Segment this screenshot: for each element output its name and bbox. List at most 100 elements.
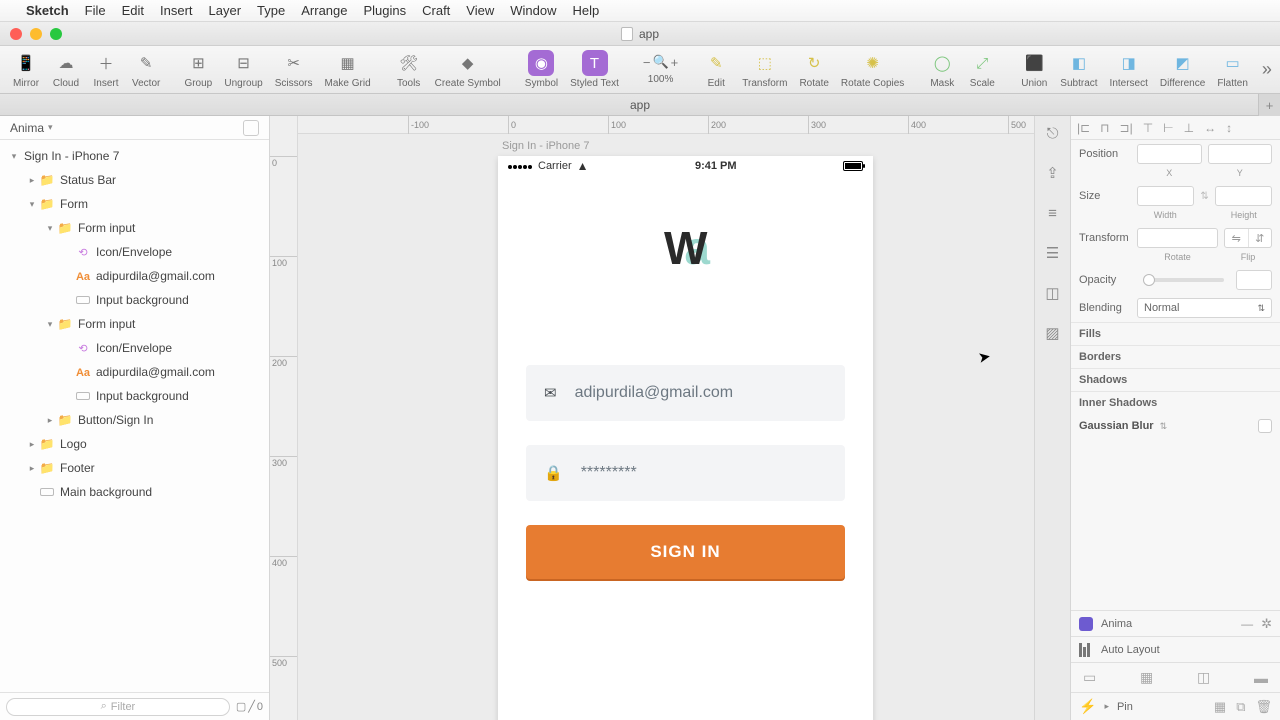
- page-selector[interactable]: Anima ▾: [0, 116, 269, 140]
- canvas[interactable]: -1000100200300400500 Sign In - iPhone 7 …: [298, 116, 1034, 720]
- zoom-out-icon[interactable]: −: [643, 55, 651, 70]
- menu-window[interactable]: Window: [510, 3, 556, 18]
- flip-v-icon[interactable]: ⇵: [1249, 229, 1272, 247]
- section-shadows[interactable]: Shadows: [1071, 368, 1280, 391]
- disclosure-icon[interactable]: ▸: [1104, 701, 1109, 712]
- strip-text-icon[interactable]: ☰: [1042, 242, 1064, 264]
- strip-mask-icon[interactable]: ◫: [1042, 282, 1064, 304]
- tool-mask[interactable]: ◯Mask: [922, 50, 962, 89]
- strip-distribute-icon[interactable]: ≡: [1042, 202, 1064, 224]
- distribute-h-icon[interactable]: ↔: [1204, 121, 1216, 135]
- tab-app[interactable]: app: [630, 94, 650, 116]
- collapse-icon[interactable]: —: [1241, 617, 1253, 631]
- opacity-slider[interactable]: [1143, 278, 1224, 282]
- layer-row[interactable]: Aaadipurdila@gmail.com: [0, 360, 269, 384]
- menu-file[interactable]: File: [85, 3, 106, 18]
- panel-auto-layout[interactable]: Auto Layout: [1071, 636, 1280, 662]
- strip-upload-icon[interactable]: ⇪: [1042, 162, 1064, 184]
- strip-align-icon[interactable]: ⎋: [1042, 122, 1064, 144]
- password-input[interactable]: 🔒 *********: [526, 445, 845, 501]
- layer-row[interactable]: Main background: [0, 480, 269, 504]
- gear-icon[interactable]: ✲: [1261, 616, 1272, 632]
- layer-row[interactable]: Input background: [0, 288, 269, 312]
- tool-create-symbol[interactable]: ◆Create Symbol: [429, 50, 507, 89]
- layer-row[interactable]: ▾📁Form input: [0, 312, 269, 336]
- layer-row[interactable]: ▸📁Logo: [0, 432, 269, 456]
- artboard[interactable]: Carrier ▲ 9:41 PM Wa ✉ adipurdila@gmail.…: [498, 156, 873, 720]
- flip-control[interactable]: ⇋⇵: [1224, 228, 1272, 248]
- align-top-icon[interactable]: ⊤: [1143, 121, 1153, 135]
- disclosure-icon[interactable]: ▾: [8, 151, 20, 162]
- align-right-icon[interactable]: ⊐|: [1120, 121, 1133, 135]
- menu-edit[interactable]: Edit: [122, 3, 144, 18]
- menu-layer[interactable]: Layer: [209, 3, 242, 18]
- tool-mirror[interactable]: 📱Mirror: [6, 50, 46, 89]
- artboard-row[interactable]: ▾ Sign In - iPhone 7: [0, 144, 269, 168]
- align-bottom-icon[interactable]: ⊥: [1184, 121, 1194, 135]
- panel-pin[interactable]: ⚡ ▸ Pin ▦ ⧉ 🗑: [1071, 692, 1280, 720]
- tool-subtract[interactable]: ◧Subtract: [1054, 50, 1103, 89]
- disclosure-icon[interactable]: ▾: [26, 199, 38, 210]
- pin-copy-icon[interactable]: ⧉: [1236, 699, 1245, 715]
- tool-insert[interactable]: ＋Insert: [86, 50, 126, 89]
- rotate-input[interactable]: [1137, 228, 1218, 248]
- lock-aspect-icon[interactable]: ⇅: [1200, 191, 1208, 202]
- zoom-control[interactable]: − 🔍 + 100%: [637, 54, 684, 85]
- tool-styled-text[interactable]: TStyled Text: [564, 50, 625, 89]
- tool-edit[interactable]: ✎Edit: [696, 50, 736, 89]
- layer-row[interactable]: ⟲Icon/Envelope: [0, 336, 269, 360]
- tool-group[interactable]: ⊞Group: [178, 50, 218, 89]
- blur-checkbox[interactable]: [1258, 419, 1272, 433]
- panel-anima[interactable]: Anima — ✲: [1071, 610, 1280, 636]
- section-inner-shadows[interactable]: Inner Shadows: [1071, 391, 1280, 414]
- tool-intersect[interactable]: ◨Intersect: [1104, 50, 1154, 89]
- position-y-input[interactable]: [1208, 144, 1273, 164]
- tool-tools[interactable]: 🛠Tools: [389, 50, 429, 89]
- disclosure-icon[interactable]: ▸: [44, 415, 56, 426]
- tool-vector[interactable]: ✎Vector: [126, 50, 166, 89]
- tool-symbol[interactable]: ◉Symbol: [519, 50, 564, 89]
- menu-view[interactable]: View: [466, 3, 494, 18]
- tool-flatten[interactable]: ▭Flatten: [1211, 50, 1254, 89]
- menu-sketch[interactable]: Sketch: [26, 3, 69, 18]
- pin-grid-icon[interactable]: ▦: [1214, 699, 1226, 715]
- zoom-window-button[interactable]: [50, 28, 62, 40]
- tool-rotate-copies[interactable]: ✺Rotate Copies: [835, 50, 910, 89]
- chevron-updown-icon[interactable]: ⇅: [1160, 421, 1168, 432]
- disclosure-icon[interactable]: ▸: [26, 463, 38, 474]
- disclosure-icon[interactable]: ▸: [26, 175, 38, 186]
- pin-trash-icon[interactable]: 🗑: [1255, 699, 1272, 715]
- minimize-window-button[interactable]: [30, 28, 42, 40]
- flip-h-icon[interactable]: ⇋: [1225, 229, 1249, 247]
- tool-make-grid[interactable]: ▦Make Grid: [319, 50, 377, 89]
- page-settings-icon[interactable]: [243, 120, 259, 136]
- height-input[interactable]: [1215, 186, 1272, 206]
- distribute-v-icon[interactable]: ↕: [1226, 121, 1232, 135]
- menu-insert[interactable]: Insert: [160, 3, 193, 18]
- toolbar-overflow-icon[interactable]: »: [1254, 59, 1280, 80]
- tool-difference[interactable]: ◩Difference: [1154, 50, 1211, 89]
- section-borders[interactable]: Borders: [1071, 345, 1280, 368]
- tool-scale[interactable]: ⤢Scale: [962, 50, 1002, 89]
- disclosure-icon[interactable]: ▾: [44, 319, 56, 330]
- menu-craft[interactable]: Craft: [422, 3, 450, 18]
- position-x-input[interactable]: [1137, 144, 1202, 164]
- tool-rotate[interactable]: ↻Rotate: [793, 50, 834, 89]
- blending-select[interactable]: Normal ⇅: [1137, 298, 1272, 318]
- layout-rows-icon[interactable]: ▬: [1254, 670, 1268, 686]
- strip-image-icon[interactable]: ▨: [1042, 322, 1064, 344]
- menu-help[interactable]: Help: [573, 3, 600, 18]
- layer-row[interactable]: ▾📁Form: [0, 192, 269, 216]
- sign-in-button[interactable]: SIGN IN: [526, 525, 845, 579]
- layer-filter-toggles[interactable]: ▢ ╱ 0: [236, 700, 263, 713]
- blur-label[interactable]: Gaussian Blur: [1079, 420, 1154, 432]
- add-tab-button[interactable]: +: [1258, 94, 1280, 116]
- layout-columns-icon[interactable]: ◫: [1197, 669, 1210, 686]
- tool-cloud[interactable]: ☁︎Cloud: [46, 50, 86, 89]
- layer-row[interactable]: ▸📁Status Bar: [0, 168, 269, 192]
- menu-type[interactable]: Type: [257, 3, 285, 18]
- opacity-input[interactable]: [1236, 270, 1272, 290]
- filter-input[interactable]: ⌕ Filter: [6, 698, 230, 716]
- align-middle-icon[interactable]: ⊢: [1163, 121, 1173, 135]
- width-input[interactable]: [1137, 186, 1194, 206]
